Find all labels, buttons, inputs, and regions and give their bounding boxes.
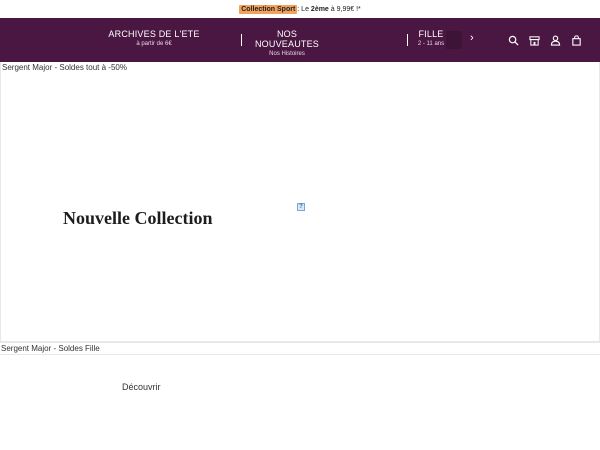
nav-next-button[interactable]: › [470, 32, 474, 44]
nav-separator [407, 34, 408, 46]
category-image-alt-text: Sergent Major - Soldes Fille [1, 344, 100, 353]
nav-overflow-fade [446, 31, 462, 49]
search-icon[interactable] [508, 35, 519, 46]
broken-image-icon: ? [297, 203, 305, 211]
hero-section: Sergent Major - Soldes tout à -50% Nouve… [0, 62, 600, 342]
main-navigation: ARCHIVES DE L'ETE à partir de 6€ NOS NOU… [0, 18, 600, 62]
header-icons [508, 35, 582, 46]
category-section: Sergent Major - Soldes Fille Découvrir [0, 342, 600, 450]
nav-item-archives[interactable]: ARCHIVES DE L'ETE à partir de 6€ [108, 29, 200, 47]
hero-title: Nouvelle Collection [63, 208, 213, 228]
nav-separator [241, 34, 242, 46]
store-icon[interactable] [529, 35, 540, 46]
bag-icon[interactable] [571, 35, 582, 46]
discover-link[interactable]: Découvrir [122, 382, 161, 392]
category-label-row: Sergent Major - Soldes Fille [0, 343, 600, 355]
nav-item-sublabel: Nos Histoires [269, 51, 305, 57]
account-icon[interactable] [550, 35, 561, 46]
promo-banner[interactable]: Collection Sport : Le 2ème à 9,99€ !* [0, 0, 600, 18]
promo-text: : Le 2ème à 9,99€ !* [297, 5, 361, 13]
nav-item-label: ARCHIVES DE L'ETE [108, 29, 200, 39]
nav-item-sublabel: à partir de 6€ [136, 41, 172, 47]
nav-item-label: NOS NOUVEAUTES [254, 29, 319, 49]
promo-highlight: Collection Sport [239, 4, 298, 14]
hero-image-alt-text: Sergent Major - Soldes tout à -50% [2, 63, 127, 72]
nav-item-nouveautes[interactable]: NOS NOUVEAUTES Nos Histoires [244, 29, 330, 57]
